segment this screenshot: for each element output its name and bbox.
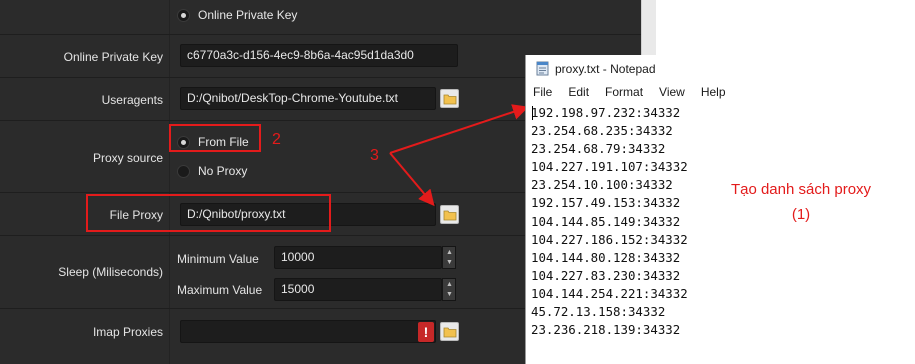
notepad-window: proxy.txt - Notepad File Edit Format Vie… — [525, 55, 915, 364]
proxy-line: 104.227.191.107:34332 — [531, 159, 688, 175]
proxy-line: 104.144.80.128:34332 — [531, 249, 681, 265]
menu-view[interactable]: View — [659, 85, 685, 99]
proxy-list-note-line2: (1) — [791, 206, 811, 223]
menu-format[interactable]: Format — [605, 85, 643, 99]
menu-help[interactable]: Help — [701, 85, 726, 99]
proxy-list-note: Tạo danh sách proxy (1) — [686, 177, 915, 227]
menu-file[interactable]: File — [533, 85, 552, 99]
text-caret — [532, 106, 533, 120]
proxy-line: 104.144.85.149:34332 — [531, 213, 681, 229]
proxy-line: 45.72.13.158:34332 — [531, 304, 666, 320]
notepad-titlebar[interactable]: proxy.txt - Notepad — [526, 55, 915, 82]
proxy-line: 104.227.186.152:34332 — [531, 231, 688, 247]
proxy-line: 104.144.254.221:34332 — [531, 285, 688, 301]
proxy-line: 23.254.68.235:34332 — [531, 123, 673, 139]
proxy-line: 104.227.83.230:34332 — [531, 267, 681, 283]
proxy-line: 192.198.97.232:34332 — [531, 105, 681, 120]
notepad-icon — [536, 61, 549, 76]
notepad-menubar: File Edit Format View Help — [526, 82, 735, 102]
notepad-text-area[interactable]: 192.198.97.232:34332 23.254.68.235:34332 2… — [531, 104, 688, 339]
proxy-line: 192.157.49.153:34332 — [531, 195, 681, 211]
menu-edit[interactable]: Edit — [568, 85, 589, 99]
notepad-title: proxy.txt - Notepad — [555, 61, 656, 76]
proxy-list-note-line1: Tạo danh sách proxy — [730, 181, 872, 198]
proxy-line: 23.254.10.100:34332 — [531, 177, 673, 193]
arrow-to-browse-button — [389, 152, 435, 207]
proxy-line: 23.254.68.79:34332 — [531, 141, 666, 157]
arrow-to-notepad — [389, 104, 529, 154]
proxy-line: 23.236.218.139:34332 — [531, 322, 681, 338]
